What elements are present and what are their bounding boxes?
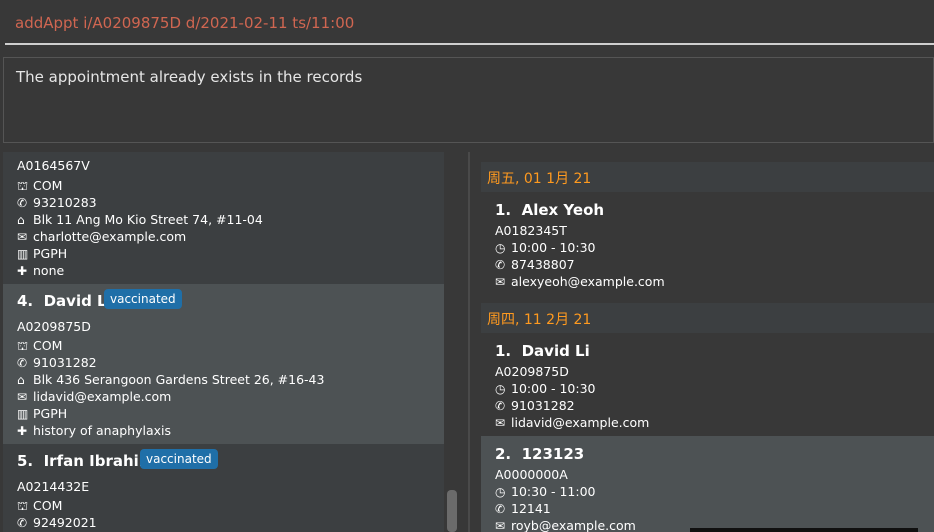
patient-card-selected[interactable]: 4. David Li vaccinated A0209875D ⛫ COM ✆ 9… bbox=[3, 284, 444, 444]
clock-icon: ◷ bbox=[495, 241, 506, 255]
patient-medical: none bbox=[33, 263, 65, 278]
appointment-name: Alex Yeoh bbox=[521, 201, 605, 219]
patient-house: PGPH bbox=[33, 406, 68, 421]
patient-phone: 93210283 bbox=[33, 195, 97, 210]
email-icon: ✉ bbox=[495, 519, 506, 532]
patient-card[interactable]: A0164567V ⛫ COM ✆ 93210283 ⌂ Blk 11 Ang Mo … bbox=[3, 152, 444, 284]
phone-icon: ✆ bbox=[495, 399, 506, 413]
result-message: The appointment already exists in the re… bbox=[16, 68, 363, 86]
appointment-index: 2. bbox=[495, 445, 512, 463]
patient-address: Blk 436 Serangoon Gardens Street 26, #16… bbox=[33, 372, 325, 387]
scrollbar-thumb[interactable] bbox=[447, 490, 457, 532]
phone-icon: ✆ bbox=[17, 516, 28, 530]
school-icon: ⛫ bbox=[17, 179, 29, 193]
appointment-card[interactable]: 1. David Li A0209875D ◷ 10:00 - 10:30 ✆ 91… bbox=[481, 333, 934, 436]
patient-list-scrollbar[interactable] bbox=[446, 152, 460, 532]
appointment-email: lidavid@example.com bbox=[511, 415, 650, 430]
building-icon: ▥ bbox=[17, 247, 29, 261]
appointment-name-line: 1. Alex Yeoh bbox=[495, 201, 604, 219]
command-input[interactable]: addAppt i/A0209875D d/2021-02-11 ts/11:0… bbox=[15, 14, 354, 32]
email-icon: ✉ bbox=[17, 390, 28, 404]
clock-icon: ◷ bbox=[495, 382, 506, 396]
patient-name: David Li bbox=[43, 292, 112, 310]
appointment-name: David Li bbox=[521, 342, 590, 360]
command-underline bbox=[5, 43, 934, 45]
appointment-email: royb@example.com bbox=[511, 518, 636, 532]
email-icon: ✉ bbox=[17, 230, 28, 244]
patient-school: COM bbox=[33, 338, 63, 353]
medical-icon: ✚ bbox=[17, 424, 28, 438]
day-header: 周四, 11 2月 21 bbox=[481, 303, 934, 333]
building-icon: ▥ bbox=[17, 407, 29, 421]
patient-address: Blk 11 Ang Mo Kio Street 74, #11-04 bbox=[33, 212, 263, 227]
command-box[interactable]: addAppt i/A0209875D d/2021-02-11 ts/11:0… bbox=[0, 0, 934, 46]
phone-icon: ✆ bbox=[17, 196, 28, 210]
appointment-index: 1. bbox=[495, 201, 512, 219]
patient-name-line: 4. David Li bbox=[17, 292, 112, 310]
day-date: 周五, 01 1月 21 bbox=[487, 171, 592, 187]
medical-icon: ✚ bbox=[17, 264, 28, 278]
patient-index: 4. bbox=[17, 292, 34, 310]
patient-name: Irfan Ibrahim bbox=[43, 452, 155, 470]
patient-list[interactable]: A0164567V ⛫ COM ✆ 93210283 ⌂ Blk 11 Ang Mo … bbox=[3, 152, 444, 532]
patient-phone: 91031282 bbox=[33, 355, 97, 370]
patient-medical: history of anaphylaxis bbox=[33, 423, 172, 438]
school-icon: ⛫ bbox=[17, 339, 29, 353]
email-icon: ✉ bbox=[495, 416, 506, 430]
appointment-name: 123123 bbox=[521, 445, 585, 463]
patient-phone: 92492021 bbox=[33, 515, 97, 530]
patient-school: COM bbox=[33, 498, 63, 513]
appointment-schedule[interactable]: 周五, 01 1月 21 1. Alex Yeoh A0182345T ◷ 10:… bbox=[481, 152, 934, 532]
clock-icon: ◷ bbox=[495, 485, 506, 499]
vaccinated-tag: vaccinated bbox=[140, 449, 218, 469]
day-date: 周四, 11 2月 21 bbox=[487, 312, 592, 328]
appointment-email: alexyeoh@example.com bbox=[511, 274, 665, 289]
vaccinated-tag: vaccinated bbox=[104, 289, 182, 309]
patient-email: lidavid@example.com bbox=[33, 389, 172, 404]
home-icon: ⌂ bbox=[17, 373, 25, 387]
appointment-time: 10:30 - 11:00 bbox=[511, 484, 596, 499]
day-header: 周五, 01 1月 21 bbox=[481, 162, 934, 192]
appointment-phone: 87438807 bbox=[511, 257, 575, 272]
school-icon: ⛫ bbox=[17, 499, 29, 513]
phone-icon: ✆ bbox=[495, 258, 506, 272]
home-icon: ⌂ bbox=[17, 213, 25, 227]
appointment-time: 10:00 - 10:30 bbox=[511, 240, 596, 255]
appointment-id: A0000000A bbox=[495, 467, 568, 482]
panel-divider[interactable] bbox=[468, 152, 470, 532]
appointment-card[interactable]: 1. Alex Yeoh A0182345T ◷ 10:00 - 10:30 ✆ 8… bbox=[481, 192, 934, 292]
appointment-card[interactable]: 2. 123123 A0000000A ◷ 10:30 - 11:00 ✆ 1214… bbox=[481, 436, 934, 532]
patient-email: charlotte@example.com bbox=[33, 229, 187, 244]
patient-index: 5. bbox=[17, 452, 34, 470]
patient-id: A0164567V bbox=[17, 158, 90, 173]
appointment-id: A0209875D bbox=[495, 364, 569, 379]
appointment-time: 10:00 - 10:30 bbox=[511, 381, 596, 396]
phone-icon: ✆ bbox=[17, 356, 28, 370]
email-icon: ✉ bbox=[495, 275, 506, 289]
patient-id: A0209875D bbox=[17, 319, 91, 334]
patient-house: PGPH bbox=[33, 246, 68, 261]
appointment-id: A0182345T bbox=[495, 223, 567, 238]
patient-school: COM bbox=[33, 178, 63, 193]
result-display: The appointment already exists in the re… bbox=[3, 57, 934, 143]
appointment-phone: 12141 bbox=[511, 501, 551, 516]
appointment-phone: 91031282 bbox=[511, 398, 575, 413]
patient-id: A0214432E bbox=[17, 479, 90, 494]
patient-card[interactable]: 5. Irfan Ibrahim vaccinated A0214432E ⛫ C… bbox=[3, 444, 444, 532]
phone-icon: ✆ bbox=[495, 502, 506, 516]
appointment-index: 1. bbox=[495, 342, 512, 360]
appointment-name-line: 1. David Li bbox=[495, 342, 590, 360]
appointment-name-line: 2. 123123 bbox=[495, 445, 584, 463]
status-bar-fragment bbox=[690, 528, 918, 532]
patient-name-line: 5. Irfan Ibrahim bbox=[17, 452, 154, 470]
